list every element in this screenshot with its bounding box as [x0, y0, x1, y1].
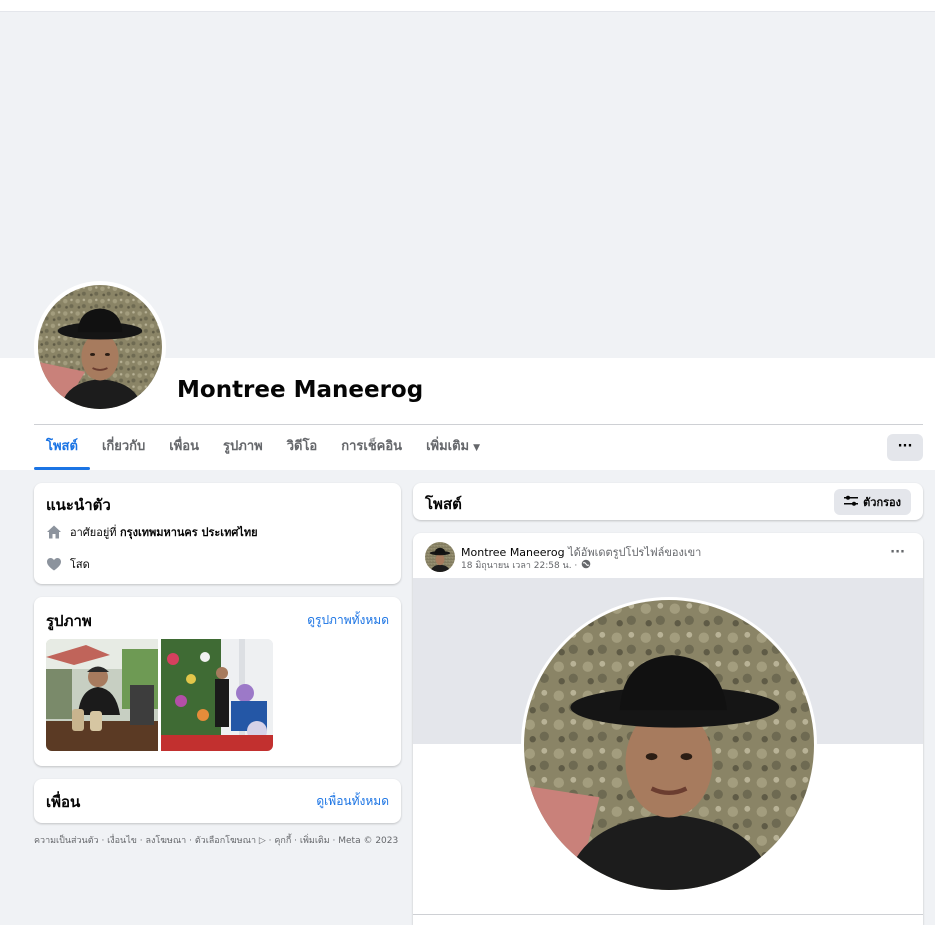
tab-posts[interactable]: โพสต์	[34, 425, 90, 470]
photo-thumbnail[interactable]	[161, 639, 273, 751]
tab-about[interactable]: เกี่ยวกับ	[90, 425, 157, 470]
intro-lives-in: อาศัยอยู่ที่ กรุงเทพมหานคร ประเทศไทย	[46, 523, 258, 541]
footer-links[interactable]: ความเป็นส่วนตัว · เงื่อนไข · ลงโฆษณา · ต…	[34, 833, 401, 847]
tab-photos[interactable]: รูปภาพ	[211, 425, 275, 470]
post-timestamp[interactable]: 18 มิถุนายน เวลา 22:58 น. ·	[461, 558, 577, 572]
post-profile-photo[interactable]	[521, 597, 817, 893]
post-card: Montree Maneerog ได้อัพเดตรูปโปรไฟล์ของเ…	[413, 533, 923, 925]
intro-relationship: โสด	[46, 555, 90, 573]
intro-card: แนะนำตัว อาศัยอยู่ที่ กรุงเทพมหานคร ประเ…	[34, 483, 401, 584]
tab-friends[interactable]: เพื่อน	[157, 425, 211, 470]
tab-checkins[interactable]: การเช็คอิน	[329, 425, 414, 470]
post-menu-button[interactable]: ···	[890, 545, 905, 560]
filter-button[interactable]: ตัวกรอง	[834, 489, 911, 515]
friends-title: เพื่อน	[46, 793, 81, 811]
tab-more-label: เพิ่มเติม	[426, 439, 470, 454]
see-all-photos-link[interactable]: ดูรูปภาพทั้งหมด	[307, 611, 389, 630]
more-options-button[interactable]: ···	[887, 434, 923, 461]
post-divider	[413, 914, 923, 915]
post-photo-image	[524, 600, 814, 890]
home-icon	[46, 524, 62, 540]
top-strip	[0, 0, 935, 12]
relationship-status: โสด	[70, 558, 90, 571]
tab-more[interactable]: เพิ่มเติม ▼	[414, 425, 492, 470]
intro-title: แนะนำตัว	[46, 496, 111, 514]
profile-tabs: โพสต์ เกี่ยวกับ เพื่อน รูปภาพ วิดีโอ การ…	[34, 425, 492, 470]
profile-photo	[38, 285, 162, 409]
caret-down-icon: ▼	[473, 443, 481, 453]
posts-header-card: โพสต์ ตัวกรอง	[413, 483, 923, 520]
profile-avatar[interactable]	[34, 281, 166, 413]
post-author-avatar[interactable]	[425, 542, 455, 572]
lives-in-city[interactable]: กรุงเทพมหานคร ประเทศไทย	[120, 523, 258, 541]
posts-title: โพสต์	[425, 495, 462, 513]
photos-card: รูปภาพ ดูรูปภาพทั้งหมด	[34, 597, 401, 766]
photo-thumbnail[interactable]	[46, 639, 158, 751]
filter-icon	[844, 495, 859, 510]
lives-in-prefix: อาศัยอยู่ที่	[70, 526, 117, 539]
photos-title: รูปภาพ	[46, 612, 92, 630]
heart-icon	[46, 556, 62, 572]
post-meta: 18 มิถุนายน เวลา 22:58 น. ·	[461, 558, 591, 572]
globe-icon	[581, 559, 591, 572]
friends-card: เพื่อน ดูเพื่อนทั้งหมด	[34, 779, 401, 823]
tab-videos[interactable]: วิดีโอ	[275, 425, 330, 470]
filter-label: ตัวกรอง	[863, 496, 901, 509]
see-all-friends-link[interactable]: ดูเพื่อนทั้งหมด	[316, 792, 389, 811]
profile-name: Montree Maneerog	[177, 377, 424, 403]
